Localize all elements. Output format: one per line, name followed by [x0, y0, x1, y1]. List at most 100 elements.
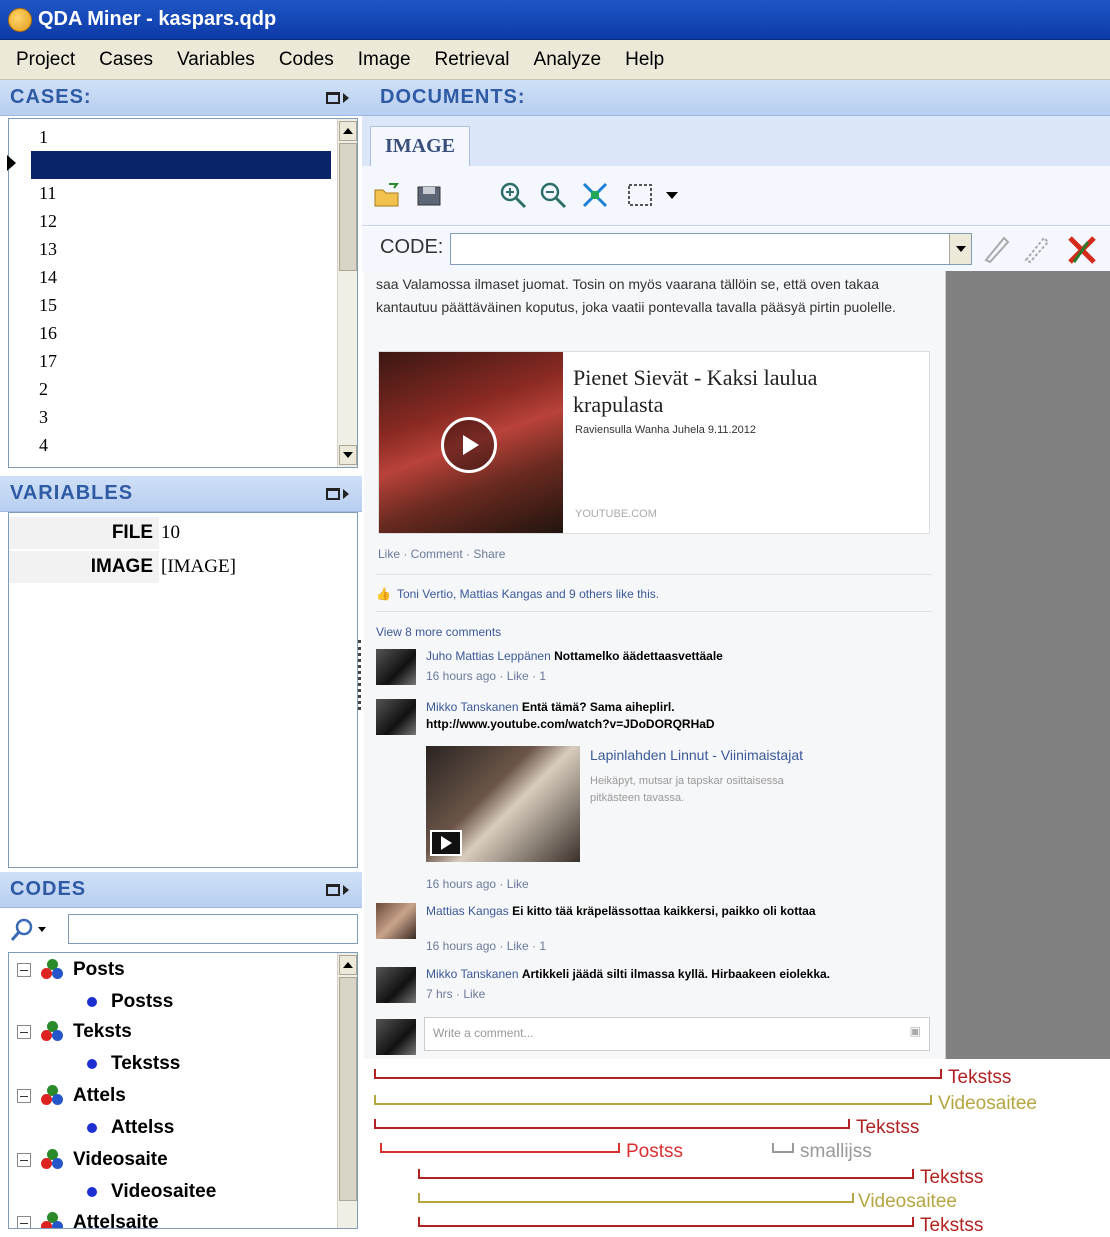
- coding-label[interactable]: Tekstss: [920, 1167, 983, 1189]
- avatar[interactable]: [376, 649, 416, 685]
- coding-bracket[interactable]: [380, 1143, 620, 1153]
- zoom-out-icon[interactable]: [538, 180, 568, 210]
- collapse-icon[interactable]: [17, 1153, 31, 1167]
- menu-project[interactable]: Project: [16, 49, 75, 71]
- code-combobox[interactable]: [450, 233, 972, 265]
- coding-bracket[interactable]: [418, 1169, 914, 1179]
- coding-label[interactable]: Postss: [626, 1141, 683, 1163]
- collapse-icon[interactable]: [17, 963, 31, 977]
- cases-list[interactable]: 1 10 11 12 13 14 15 16 17 2 3 4: [8, 118, 358, 468]
- case-item[interactable]: 17: [31, 347, 331, 375]
- variable-value[interactable]: 10: [161, 517, 180, 549]
- play-icon[interactable]: [430, 830, 462, 856]
- comment-author[interactable]: Mattias Kangas: [426, 904, 509, 918]
- likes-line[interactable]: 👍 Toni Vertio, Mattias Kangas and 9 other…: [376, 587, 659, 601]
- collapse-icon[interactable]: [17, 1025, 31, 1039]
- collapse-icon[interactable]: [17, 1089, 31, 1103]
- code-category-videosaite[interactable]: Videosaite: [17, 1145, 168, 1175]
- avatar[interactable]: [376, 967, 416, 1003]
- cases-pin-icon[interactable]: [326, 89, 352, 107]
- case-item[interactable]: 1: [31, 123, 331, 151]
- case-item[interactable]: 14: [31, 263, 331, 291]
- case-item[interactable]: 13: [31, 235, 331, 263]
- search-icon[interactable]: [8, 915, 48, 945]
- scroll-thumb[interactable]: [339, 977, 357, 1201]
- coding-bracket[interactable]: [772, 1143, 794, 1153]
- variable-value[interactable]: [IMAGE]: [161, 551, 236, 583]
- case-item[interactable]: 12: [31, 207, 331, 235]
- coding-bracket[interactable]: [418, 1217, 914, 1227]
- video-title[interactable]: Pienet Sievät - Kaksi laulua krapulasta: [573, 364, 893, 418]
- scroll-up-button[interactable]: [339, 955, 357, 975]
- save-image-icon[interactable]: [414, 180, 444, 210]
- code-category-attelsaite[interactable]: Attelsaite: [17, 1208, 159, 1228]
- combobox-dropdown-icon[interactable]: [949, 234, 971, 264]
- case-item[interactable]: 15: [31, 291, 331, 319]
- case-item[interactable]: 11: [31, 179, 331, 207]
- remove-code-icon[interactable]: [1024, 236, 1050, 264]
- assign-code-icon[interactable]: [984, 236, 1010, 264]
- document-image-view[interactable]: saa Valamossa ilmaset juomat. Tosin on m…: [364, 271, 946, 1059]
- code-search-input[interactable]: [68, 914, 358, 944]
- comment-author[interactable]: Mikko Tanskanen: [426, 700, 519, 714]
- menu-cases[interactable]: Cases: [99, 49, 153, 71]
- collapse-icon[interactable]: [17, 1216, 31, 1228]
- select-region-icon[interactable]: [626, 180, 656, 210]
- coding-bracket[interactable]: [418, 1193, 854, 1203]
- case-item[interactable]: 16: [31, 319, 331, 347]
- coding-label[interactable]: Videosaitee: [858, 1191, 957, 1213]
- fit-to-window-icon[interactable]: [580, 180, 610, 210]
- coding-label[interactable]: Tekstss: [948, 1067, 1011, 1089]
- codes-scrollbar[interactable]: [337, 953, 357, 1228]
- code-category-attels[interactable]: Attels: [17, 1081, 126, 1111]
- camera-icon[interactable]: ▣: [910, 1024, 921, 1038]
- write-comment-input[interactable]: Write a comment... ▣: [424, 1017, 930, 1051]
- code-tekstss[interactable]: Tekstss: [87, 1049, 180, 1079]
- region-dropdown-icon[interactable]: [662, 180, 682, 210]
- code-postss[interactable]: Postss: [87, 987, 173, 1017]
- play-icon[interactable]: [441, 417, 497, 473]
- variables-pin-icon[interactable]: [326, 485, 352, 503]
- view-more-comments[interactable]: View 8 more comments: [376, 625, 501, 639]
- avatar[interactable]: [376, 903, 416, 939]
- comment-author[interactable]: Juho Mattias Leppänen: [426, 649, 551, 663]
- menu-variables[interactable]: Variables: [177, 49, 255, 71]
- comment-meta[interactable]: 7 hrs · Like: [426, 987, 485, 1001]
- cases-scrollbar[interactable]: [337, 119, 357, 467]
- scroll-thumb[interactable]: [339, 143, 357, 271]
- menu-codes[interactable]: Codes: [279, 49, 334, 71]
- code-videosaitee[interactable]: Videosaitee: [87, 1177, 216, 1207]
- coding-bracket[interactable]: [374, 1069, 942, 1079]
- embedded-video-thumbnail[interactable]: [426, 746, 580, 862]
- coding-label[interactable]: Tekstss: [920, 1215, 983, 1237]
- avatar[interactable]: [376, 699, 416, 735]
- menu-analyze[interactable]: Analyze: [534, 49, 602, 71]
- comment-meta[interactable]: 16 hours ago · Like · 1: [426, 669, 546, 683]
- menu-retrieval[interactable]: Retrieval: [435, 49, 510, 71]
- menu-help[interactable]: Help: [625, 49, 664, 71]
- coding-label[interactable]: Tekstss: [856, 1117, 919, 1139]
- delete-code-icon[interactable]: [1068, 236, 1096, 264]
- embed-title[interactable]: Lapinlahden Linnut - Viinimaistajat: [590, 747, 803, 763]
- scroll-up-button[interactable]: [339, 121, 357, 141]
- comment-author[interactable]: Mikko Tanskanen: [426, 967, 519, 981]
- splitter-handle[interactable]: [358, 640, 364, 710]
- coding-label[interactable]: Videosaitee: [938, 1093, 1037, 1115]
- zoom-in-icon[interactable]: [498, 180, 528, 210]
- coding-bracket[interactable]: [374, 1095, 932, 1105]
- embed-meta[interactable]: 16 hours ago · Like: [426, 877, 529, 891]
- case-item[interactable]: 3: [31, 403, 331, 431]
- comment-meta[interactable]: 16 hours ago · Like · 1: [426, 939, 546, 953]
- code-category-posts[interactable]: Posts: [17, 955, 125, 985]
- case-item[interactable]: 2: [31, 375, 331, 403]
- coding-bracket[interactable]: [374, 1119, 850, 1129]
- open-folder-icon[interactable]: [372, 180, 402, 210]
- code-attelss[interactable]: Attelss: [87, 1113, 174, 1143]
- tab-image[interactable]: IMAGE: [370, 126, 470, 166]
- case-item-selected[interactable]: 10: [31, 151, 331, 179]
- case-item[interactable]: 4: [31, 431, 331, 459]
- codes-pin-icon[interactable]: [326, 881, 352, 899]
- codes-tree[interactable]: Posts Postss Teksts Tekstss Attels Attel…: [8, 952, 358, 1229]
- scroll-down-button[interactable]: [339, 445, 357, 465]
- coding-label[interactable]: smallijss: [800, 1141, 872, 1163]
